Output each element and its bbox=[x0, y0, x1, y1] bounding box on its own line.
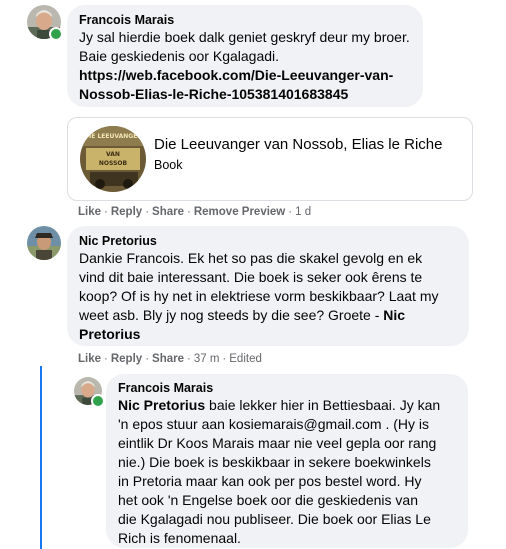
avatar-nic-pretorius[interactable] bbox=[27, 226, 61, 260]
comment-text-line: Dankie Francois. Ek het so pas die skake… bbox=[79, 250, 423, 266]
comment-author[interactable]: Francois Marais bbox=[79, 12, 411, 28]
edited-label: Edited bbox=[229, 353, 262, 365]
comment-text: Dankie Francois. Ek het so pas die skake… bbox=[79, 249, 457, 344]
facebook-page-link[interactable]: https://web.facebook.com/Die-Leeuvanger-… bbox=[79, 67, 393, 83]
comment-actions: Like · Reply · Share · 37 m · Edited bbox=[78, 353, 262, 365]
reply-thread-line bbox=[40, 366, 42, 549]
comment-text-line: 'n epos stuur aan kosiemarais@gmail.com … bbox=[118, 416, 429, 432]
share-button[interactable]: Share bbox=[152, 206, 184, 218]
thumb-text: VAN bbox=[106, 151, 120, 158]
comment-bubble-3: Francois Marais Nic Pretorius baie lekke… bbox=[106, 374, 468, 548]
comment-text-line: koop? Of is hy net in elektriese vorm be… bbox=[79, 288, 439, 304]
share-button[interactable]: Share bbox=[152, 353, 184, 365]
comment-author[interactable]: Francois Marais bbox=[118, 380, 456, 396]
thumb-text: NOSSOB bbox=[99, 160, 128, 167]
user-mention-link-continued[interactable]: Pretorius bbox=[79, 326, 140, 342]
comment-text-line: eintlik Dr Koos Marais maar nie veel gep… bbox=[118, 435, 437, 451]
thumb-text: DIE LEEUVANGER bbox=[84, 133, 142, 140]
comment-text-line: baie lekker hier in Bettiesbaai. Jy kan bbox=[205, 397, 441, 413]
comment-text-line: weet asb. Bly jy nog steeds by die see? … bbox=[79, 307, 384, 323]
link-preview-card[interactable]: DIE LEEUVANGER VAN NOSSOB Die Leeuvanger… bbox=[67, 117, 473, 201]
comment-actions: Like · Reply · Share · Remove Preview · 1 d bbox=[78, 206, 312, 218]
comment-text-line: nie.) Die boek is beskikbaar in sekere b… bbox=[118, 454, 431, 470]
user-mention-link[interactable]: Nic bbox=[383, 307, 405, 323]
comment-bubble-1: Francois Marais Jy sal hierdie boek dalk… bbox=[67, 5, 423, 107]
comment-text: Jy sal hierdie boek dalk geniet geskryf … bbox=[79, 28, 411, 104]
comment-timestamp[interactable]: 1 d bbox=[295, 206, 311, 218]
book-cover-thumbnail: DIE LEEUVANGER VAN NOSSOB bbox=[80, 126, 146, 192]
comment-text-line: vind dit baie interessant. Die boek is s… bbox=[79, 269, 423, 285]
comment-text: Nic Pretorius baie lekker hier in Bettie… bbox=[118, 396, 456, 548]
like-button[interactable]: Like bbox=[78, 353, 101, 365]
like-button[interactable]: Like bbox=[78, 206, 101, 218]
user-mention-link[interactable]: Nic Pretorius bbox=[118, 397, 205, 413]
online-status-indicator bbox=[91, 394, 105, 408]
comment-text-line: die Kgalagadi nou publiseer. Die boek oo… bbox=[118, 511, 431, 527]
comment-text-line: in Pretoria maar kan ook per pos bestel … bbox=[118, 473, 422, 489]
reply-button[interactable]: Reply bbox=[111, 353, 142, 365]
comment-text-line: Jy sal hierdie boek dalk geniet geskryf … bbox=[79, 29, 410, 45]
comment-text-line: Rich is fenomenaal. bbox=[118, 530, 241, 546]
comment-timestamp[interactable]: 37 m bbox=[194, 353, 220, 365]
link-preview-title[interactable]: Die Leeuvanger van Nossob, Elias le Rich… bbox=[154, 135, 443, 154]
remove-preview-button[interactable]: Remove Preview bbox=[194, 206, 285, 218]
comment-author[interactable]: Nic Pretorius bbox=[79, 233, 457, 249]
online-status-indicator bbox=[49, 27, 63, 41]
comment-bubble-2: Nic Pretorius Dankie Francois. Ek het so… bbox=[67, 226, 469, 346]
comment-text-line: het ook 'n Engelse boek oor die geskiede… bbox=[118, 492, 418, 508]
comment-text-line: Baie geskiedenis oor Kgalagadi. bbox=[79, 48, 280, 64]
reply-button[interactable]: Reply bbox=[111, 206, 142, 218]
link-preview-subtitle: Book bbox=[154, 158, 183, 172]
facebook-page-link-continued[interactable]: Nossob-Elias-le-Riche-105381401683845 bbox=[79, 86, 348, 102]
